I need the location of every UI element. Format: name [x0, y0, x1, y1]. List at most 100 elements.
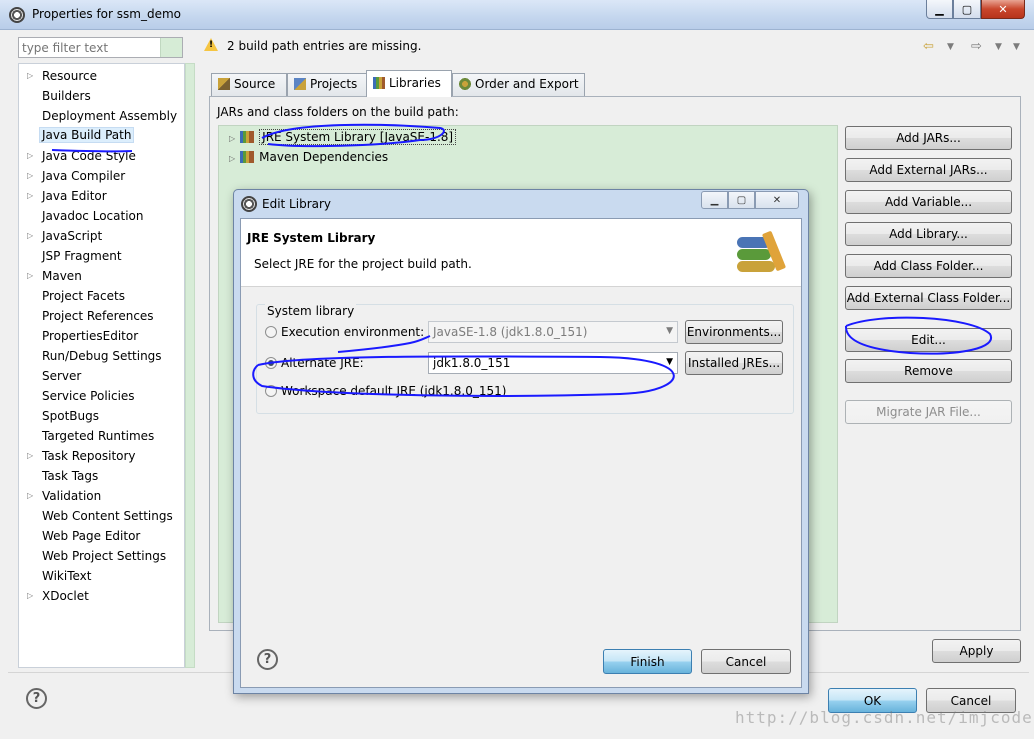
- expand-icon[interactable]: ▷: [229, 134, 235, 143]
- expand-icon[interactable]: ▷: [229, 154, 235, 163]
- nav-item-label: WikiText: [42, 569, 92, 583]
- expand-icon[interactable]: ▷: [27, 71, 33, 80]
- filter-box: [18, 37, 183, 58]
- tab-projects[interactable]: Projects: [287, 73, 367, 96]
- tab-order-export-label: Order and Export: [475, 77, 579, 91]
- nav-item[interactable]: ▷ Task Repository: [19, 446, 184, 466]
- expand-icon[interactable]: ▷: [27, 451, 33, 460]
- window-title-bar[interactable]: Properties for ssm_demo ▁ ▢ ✕: [0, 0, 1034, 30]
- nav-item-label: Validation: [42, 489, 102, 503]
- nav-item[interactable]: ▷ Java Editor: [19, 186, 184, 206]
- alternate-jre-option[interactable]: Alternate JRE:: [265, 356, 364, 370]
- dialog-maximize-button[interactable]: ▢: [728, 191, 755, 209]
- minimize-button[interactable]: ▁: [926, 0, 953, 19]
- nav-item[interactable]: SpotBugs: [19, 406, 184, 426]
- environments-button[interactable]: Environments...: [685, 320, 783, 344]
- dialog-title: Edit Library: [262, 197, 332, 211]
- expand-icon[interactable]: ▷: [27, 171, 33, 180]
- expand-icon[interactable]: ▷: [27, 151, 33, 160]
- filter-input[interactable]: [19, 38, 159, 57]
- page-navigation: ⇦ ▼ ⇨ ▼ ▼: [923, 39, 1023, 55]
- nav-item[interactable]: Web Content Settings: [19, 506, 184, 526]
- dialog-help-icon[interactable]: ?: [257, 649, 278, 670]
- nav-scrollbar[interactable]: [185, 63, 195, 668]
- nav-item[interactable]: Builders: [19, 86, 184, 106]
- nav-item[interactable]: Java Build Path: [19, 126, 184, 146]
- dialog-cancel-button[interactable]: Cancel: [701, 649, 791, 674]
- expand-icon[interactable]: ▷: [27, 231, 33, 240]
- dialog-minimize-button[interactable]: ▁: [701, 191, 728, 209]
- nav-item[interactable]: Project Facets: [19, 286, 184, 306]
- view-menu-icon[interactable]: ▼: [1013, 42, 1020, 52]
- workspace-default-radio[interactable]: [265, 385, 277, 397]
- nav-item-label: Resource: [42, 69, 98, 83]
- apply-button[interactable]: Apply: [932, 639, 1021, 663]
- nav-item-label: Java Compiler: [42, 169, 126, 183]
- tab-source[interactable]: Source: [211, 73, 287, 96]
- expand-icon[interactable]: ▷: [27, 191, 33, 200]
- workspace-default-option[interactable]: Workspace default JRE (jdk1.8.0_151): [265, 384, 506, 398]
- tab-libraries[interactable]: Libraries: [366, 70, 452, 97]
- execution-environment-option[interactable]: Execution environment:: [265, 325, 424, 339]
- dialog-close-button[interactable]: ✕: [755, 191, 799, 209]
- forward-dropdown-icon[interactable]: ▼: [995, 42, 1002, 52]
- nav-item[interactable]: Service Policies: [19, 386, 184, 406]
- nav-item[interactable]: Task Tags: [19, 466, 184, 486]
- migrate-jar-button[interactable]: Migrate JAR File...: [845, 400, 1012, 424]
- back-arrow-icon[interactable]: ⇦: [923, 39, 934, 54]
- workspace-default-label: Workspace default JRE (jdk1.8.0_151): [281, 384, 507, 398]
- nav-item[interactable]: ▷ Maven: [19, 266, 184, 286]
- edit-button[interactable]: Edit...: [845, 328, 1012, 352]
- expand-icon[interactable]: ▷: [27, 591, 33, 600]
- nav-item[interactable]: ▷ XDoclet: [19, 586, 184, 606]
- help-icon[interactable]: ?: [26, 688, 47, 709]
- back-dropdown-icon[interactable]: ▼: [947, 42, 954, 52]
- dialog-header: JRE System Library Select JRE for the pr…: [241, 219, 801, 287]
- nav-item[interactable]: ▷ Java Code Style: [19, 146, 184, 166]
- installed-jres-button[interactable]: Installed JREs...: [685, 351, 783, 375]
- nav-item[interactable]: ▷ Java Compiler: [19, 166, 184, 186]
- expand-icon[interactable]: ▷: [27, 271, 33, 280]
- chevron-down-icon: ▼: [666, 357, 673, 367]
- execution-environment-radio[interactable]: [265, 326, 277, 338]
- nav-item-label: Deployment Assembly: [42, 109, 178, 123]
- nav-item[interactable]: PropertiesEditor: [19, 326, 184, 346]
- nav-item[interactable]: Web Page Editor: [19, 526, 184, 546]
- system-library-group: System library Execution environment: Ja…: [256, 304, 794, 414]
- nav-item[interactable]: Javadoc Location: [19, 206, 184, 226]
- nav-item[interactable]: Targeted Runtimes: [19, 426, 184, 446]
- tree-item-jre-library[interactable]: ▷ JRE System Library [JavaSE-1.8]: [229, 129, 457, 148]
- nav-item[interactable]: Deployment Assembly: [19, 106, 184, 126]
- forward-arrow-icon[interactable]: ⇨: [971, 39, 982, 54]
- dialog-title-bar[interactable]: Edit Library ▁ ▢ ✕: [234, 190, 808, 218]
- add-jars-button[interactable]: Add JARs...: [845, 126, 1012, 150]
- nav-item[interactable]: JSP Fragment: [19, 246, 184, 266]
- nav-item-label: Project References: [42, 309, 154, 323]
- nav-item[interactable]: ▷ Validation: [19, 486, 184, 506]
- nav-item[interactable]: Server: [19, 366, 184, 386]
- tree-item-maven-dependencies[interactable]: ▷ Maven Dependencies: [229, 150, 388, 168]
- add-external-jars-button[interactable]: Add External JARs...: [845, 158, 1012, 182]
- alternate-jre-select[interactable]: jdk1.8.0_151 ▼: [428, 352, 678, 374]
- remove-button[interactable]: Remove: [845, 359, 1012, 383]
- tab-order-export[interactable]: Order and Export: [452, 73, 585, 96]
- nav-item[interactable]: ▷ JavaScript: [19, 226, 184, 246]
- add-variable-button[interactable]: Add Variable...: [845, 190, 1012, 214]
- expand-icon[interactable]: ▷: [27, 491, 33, 500]
- close-button[interactable]: ✕: [981, 0, 1025, 19]
- add-library-button[interactable]: Add Library...: [845, 222, 1012, 246]
- alternate-jre-radio[interactable]: [265, 357, 277, 369]
- nav-item-label: Web Content Settings: [42, 509, 173, 523]
- nav-item[interactable]: WikiText: [19, 566, 184, 586]
- nav-item[interactable]: Project References: [19, 306, 184, 326]
- finish-button[interactable]: Finish: [603, 649, 692, 674]
- nav-item[interactable]: Run/Debug Settings: [19, 346, 184, 366]
- add-external-class-folder-button[interactable]: Add External Class Folder...: [845, 286, 1012, 310]
- nav-item[interactable]: Web Project Settings: [19, 546, 184, 566]
- execution-environment-select[interactable]: JavaSE-1.8 (jdk1.8.0_151) ▼: [428, 321, 678, 343]
- clear-filter-icon[interactable]: [160, 38, 182, 57]
- nav-item[interactable]: ▷ Resource: [19, 66, 184, 86]
- maximize-button[interactable]: ▢: [953, 0, 981, 19]
- dialog-body: JRE System Library Select JRE for the pr…: [240, 218, 802, 688]
- add-class-folder-button[interactable]: Add Class Folder...: [845, 254, 1012, 278]
